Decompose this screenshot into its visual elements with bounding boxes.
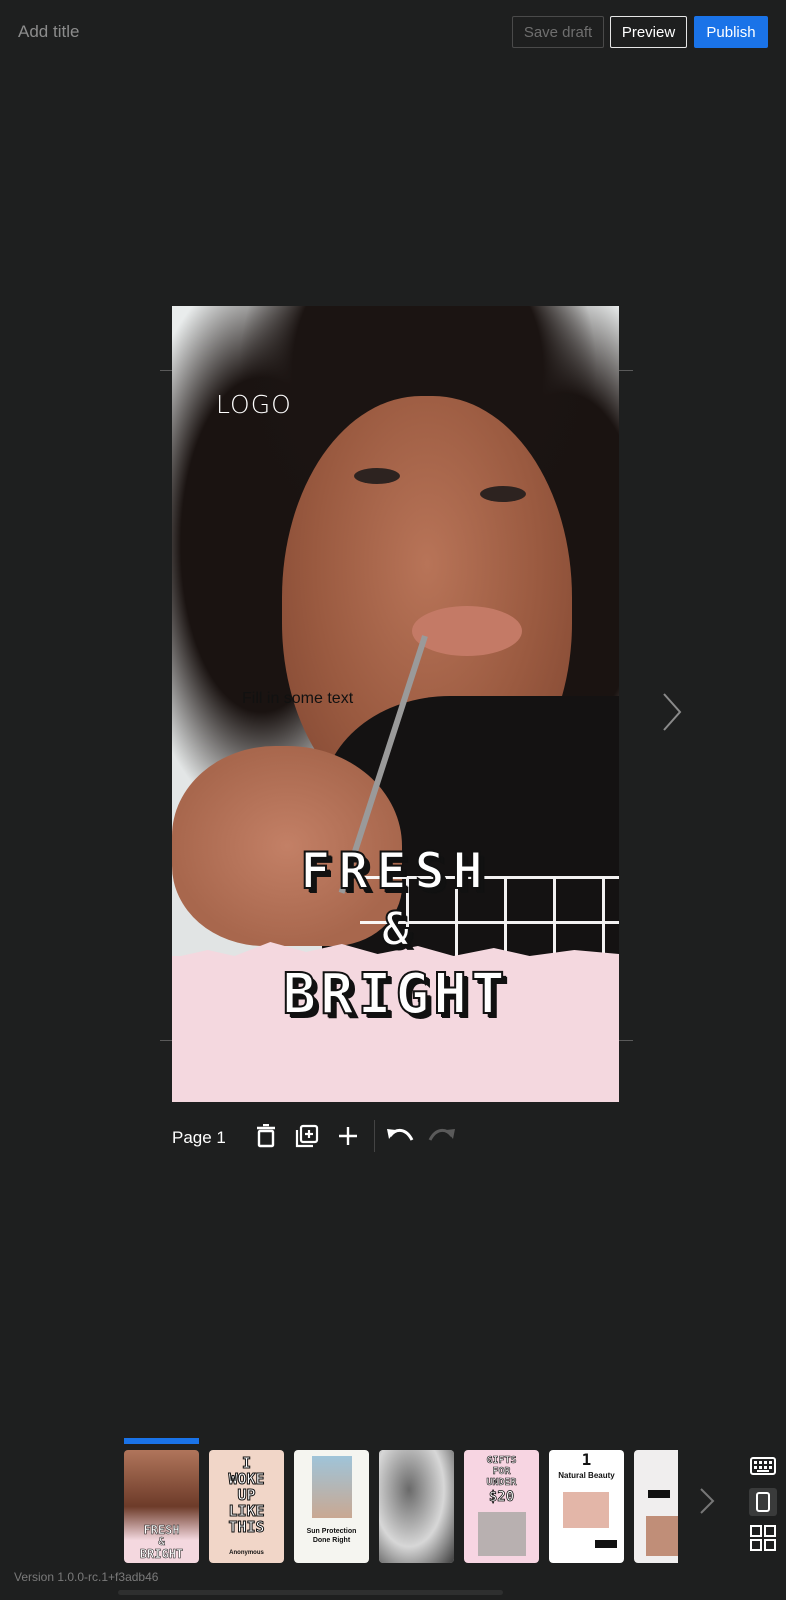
logo-text[interactable]: LOGO xyxy=(216,390,292,419)
page-thumbnail-1[interactable]: FRESH & BRIGHT xyxy=(124,1450,199,1563)
thumb-5-photo xyxy=(478,1512,526,1556)
headline-line-2[interactable]: & xyxy=(172,901,619,957)
thumb-2-line-1: I xyxy=(241,1454,252,1472)
add-page-button[interactable] xyxy=(334,1122,362,1150)
grid-icon xyxy=(750,1525,776,1551)
active-thumbnail-indicator xyxy=(124,1438,199,1444)
portrait-eye-right xyxy=(480,486,526,502)
thumb-3-line-1: Sun Protection xyxy=(306,1528,357,1535)
thumb-1-line-3: BRIGHT xyxy=(139,1547,184,1561)
duplicate-page-button[interactable] xyxy=(293,1122,321,1150)
thumb-7-photo xyxy=(646,1516,678,1556)
thumb-6-title: Natural Beauty xyxy=(558,1471,615,1480)
delete-page-button[interactable] xyxy=(252,1122,280,1150)
thumb-2-line-3: UP xyxy=(237,1486,256,1504)
portrait-lips xyxy=(412,606,522,656)
thumb-5-line-1: GIFTS xyxy=(486,1455,517,1466)
thumb-6-photo xyxy=(563,1492,609,1528)
page-thumbnail-4[interactable] xyxy=(379,1450,454,1563)
delete-icon xyxy=(257,1124,275,1148)
thumb-5-line-2: FOR xyxy=(492,1466,511,1477)
publish-button[interactable]: Publish xyxy=(694,16,768,48)
thumb-3-line-2: Done Right xyxy=(312,1537,351,1544)
add-icon xyxy=(339,1127,357,1145)
headline-line-3[interactable]: BRIGHT xyxy=(172,961,619,1028)
thumb-2-subtitle: Anonymous xyxy=(229,1550,264,1556)
story-page-canvas[interactable]: LOGO Fill in some text FRESH & BRIGHT xyxy=(172,306,619,1102)
thumb-3-photo xyxy=(312,1456,352,1518)
headline-line-1[interactable]: FRESH xyxy=(172,841,619,901)
thumb-5-line-4: $20 xyxy=(488,1489,515,1505)
page-thumbnail-5[interactable]: GIFTS FOR UNDER $20 xyxy=(464,1450,539,1563)
redo-icon xyxy=(428,1129,455,1141)
duplicate-icon xyxy=(295,1124,319,1148)
thumb-2-line-2: WOKE xyxy=(228,1470,265,1488)
preview-button[interactable]: Preview xyxy=(610,16,687,48)
thumb-5-line-3: UNDER xyxy=(486,1477,517,1488)
toolbar-divider xyxy=(374,1120,375,1152)
story-title-input[interactable]: Add title xyxy=(18,22,79,42)
portrait-eye-left xyxy=(354,468,400,484)
redo-button[interactable] xyxy=(428,1122,456,1150)
carousel-scrollbar[interactable] xyxy=(118,1590,503,1595)
thumb-6-button xyxy=(595,1540,617,1548)
grid-view-button[interactable] xyxy=(749,1524,777,1552)
thumb-2-line-4: LIKE xyxy=(228,1502,265,1520)
phone-icon xyxy=(756,1492,770,1512)
carousel-next-chevron-icon[interactable] xyxy=(698,1486,716,1516)
undo-button[interactable] xyxy=(386,1122,414,1150)
thumb-6-number: 1 xyxy=(581,1450,592,1469)
body-text[interactable]: Fill in some text xyxy=(242,690,353,708)
page-thumbnail-3[interactable]: Sun Protection Done Right xyxy=(294,1450,369,1563)
thumb-4-photo xyxy=(379,1450,454,1563)
keyboard-icon xyxy=(750,1457,776,1475)
keyboard-shortcuts-button[interactable] xyxy=(749,1452,777,1480)
thumb-7-button xyxy=(648,1490,670,1498)
page-view-button[interactable] xyxy=(749,1488,777,1516)
undo-icon xyxy=(387,1129,414,1141)
page-thumbnail-7[interactable] xyxy=(634,1450,678,1563)
thumb-2-line-5: THIS xyxy=(228,1518,265,1536)
version-text: Version 1.0.0-rc.1+f3adb46 xyxy=(14,1570,159,1584)
page-thumbnail-6[interactable]: 1 Natural Beauty xyxy=(549,1450,624,1563)
thumb-1-line-2: & xyxy=(158,1535,165,1548)
page-label: Page 1 xyxy=(172,1128,226,1147)
save-draft-button[interactable]: Save draft xyxy=(512,16,604,48)
next-page-chevron-icon[interactable] xyxy=(658,690,686,734)
page-thumbnail-2[interactable]: I WOKE UP LIKE THIS Anonymous xyxy=(209,1450,284,1563)
